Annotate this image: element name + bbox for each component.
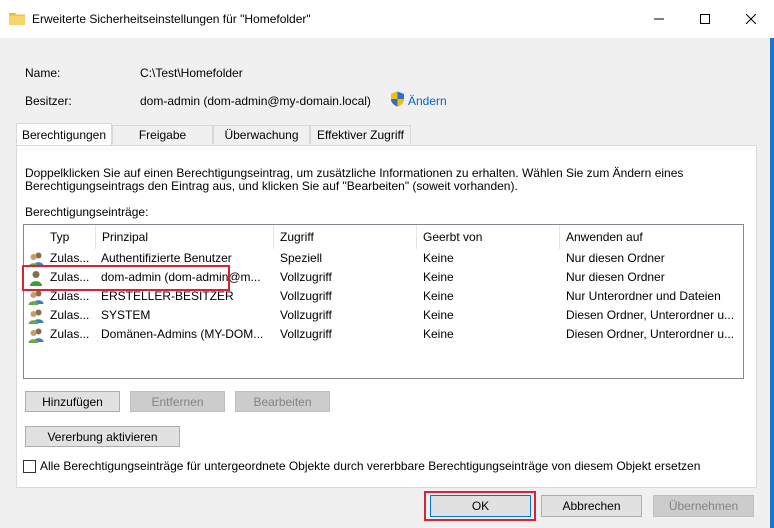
window-edge — [770, 38, 774, 528]
row-type: Zulas... — [50, 327, 90, 341]
tab-permissions[interactable]: Berechtigungen — [16, 123, 112, 145]
table-row[interactable]: Zulas... Authentifizierte Benutzer Spezi… — [24, 249, 743, 268]
owner-value: dom-admin (dom-admin@my-domain.local) — [140, 94, 371, 108]
users-group-icon — [28, 309, 44, 324]
users-group-icon — [28, 252, 44, 267]
close-button[interactable] — [728, 0, 774, 38]
row-inherited: Keine — [423, 308, 454, 322]
instructions-line-2: Berechtigungseintrags den Eintrag aus, u… — [25, 179, 518, 193]
column-type[interactable]: Typ — [44, 225, 96, 249]
column-applies-to[interactable]: Anwenden auf — [560, 225, 744, 249]
row-inherited: Keine — [423, 327, 454, 341]
table-row[interactable]: Zulas... dom-admin (dom-admin@m... Vollz… — [24, 268, 743, 287]
minimize-icon — [654, 18, 664, 20]
close-icon — [746, 14, 756, 24]
column-principal[interactable]: Prinzipal — [96, 225, 274, 249]
row-applies-to: Nur Unterordner und Dateien — [566, 289, 721, 303]
folder-icon — [9, 13, 25, 25]
remove-button[interactable]: Entfernen — [130, 391, 225, 412]
users-group-icon — [28, 328, 44, 343]
entries-label: Berechtigungseinträge: — [25, 205, 149, 219]
name-value: C:\Test\Homefolder — [140, 66, 243, 80]
table-row[interactable]: Zulas... SYSTEM Vollzugriff Keine Diesen… — [24, 306, 743, 325]
row-principal: SYSTEM — [101, 308, 151, 322]
row-applies-to: Nur diesen Ordner — [566, 251, 665, 265]
permission-entries-list[interactable]: Typ Prinzipal Zugriff Geerbt von Anwende… — [23, 224, 744, 379]
tab-sharing[interactable]: Freigabe — [112, 125, 213, 144]
name-label: Name: — [25, 66, 61, 80]
user-icon — [30, 271, 42, 286]
row-applies-to: Diesen Ordner, Unterordner u... — [566, 308, 735, 322]
title-bar: Erweiterte Sicherheitseinstellungen für … — [0, 0, 774, 38]
owner-label: Besitzer: — [25, 94, 72, 108]
row-type: Zulas... — [50, 270, 90, 284]
row-inherited: Keine — [423, 251, 454, 265]
instructions-line-1: Doppelklicken Sie auf einen Berechtigung… — [25, 166, 684, 180]
row-type: Zulas... — [50, 251, 90, 265]
edit-button[interactable]: Bearbeiten — [235, 391, 330, 412]
minimize-button[interactable] — [636, 0, 682, 38]
list-header: Typ Prinzipal Zugriff Geerbt von Anwende… — [24, 225, 743, 249]
tab-auditing[interactable]: Überwachung — [213, 125, 310, 144]
cancel-button[interactable]: Abbrechen — [541, 495, 642, 517]
row-principal: ERSTELLER-BESITZER — [101, 289, 234, 303]
maximize-icon — [700, 14, 710, 24]
row-inherited: Keine — [423, 270, 454, 284]
maximize-button[interactable] — [682, 0, 728, 38]
change-owner-link[interactable]: Ändern — [408, 94, 447, 108]
column-access[interactable]: Zugriff — [274, 225, 417, 249]
row-applies-to: Nur diesen Ordner — [566, 270, 665, 284]
table-row[interactable]: Zulas... ERSTELLER-BESITZER Vollzugriff … — [24, 287, 743, 306]
row-access: Vollzugriff — [280, 308, 332, 322]
replace-child-permissions-checkbox[interactable] — [23, 460, 36, 473]
row-inherited: Keine — [423, 289, 454, 303]
row-access: Vollzugriff — [280, 270, 332, 284]
apply-button[interactable]: Übernehmen — [653, 495, 754, 517]
row-type: Zulas... — [50, 308, 90, 322]
row-access: Speziell — [280, 251, 323, 265]
shield-icon — [391, 91, 404, 107]
row-access: Vollzugriff — [280, 289, 332, 303]
row-access: Vollzugriff — [280, 327, 332, 341]
row-principal: dom-admin (dom-admin@m... — [101, 270, 261, 284]
replace-child-permissions-label: Alle Berechtigungseinträge für untergeor… — [40, 459, 701, 473]
tab-effective-access[interactable]: Effektiver Zugriff — [310, 125, 411, 144]
add-button[interactable]: Hinzufügen — [25, 391, 120, 412]
column-inherited-from[interactable]: Geerbt von — [417, 225, 560, 249]
window-title: Erweiterte Sicherheitseinstellungen für … — [32, 12, 311, 26]
row-applies-to: Diesen Ordner, Unterordner u... — [566, 327, 735, 341]
row-type: Zulas... — [50, 289, 90, 303]
row-principal: Domänen-Admins (MY-DOM... — [101, 327, 264, 341]
row-principal: Authentifizierte Benutzer — [101, 251, 232, 265]
enable-inheritance-button[interactable]: Vererbung aktivieren — [25, 426, 180, 447]
ok-button[interactable]: OK — [430, 495, 531, 517]
table-row[interactable]: Zulas... Domänen-Admins (MY-DOM... Vollz… — [24, 325, 743, 344]
users-group-icon — [28, 290, 44, 305]
